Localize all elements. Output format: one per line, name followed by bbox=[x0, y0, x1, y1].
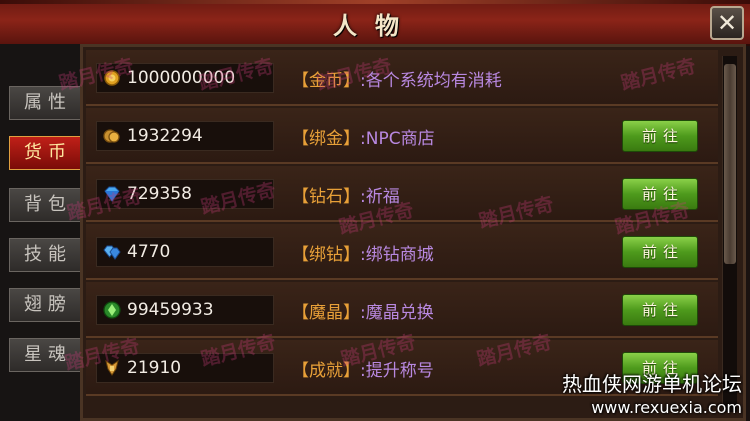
currency-list: 1000000000 【金币】 :各个系统均有消耗 1932294 【绑金】 :… bbox=[86, 50, 718, 421]
tab-star-soul[interactable]: 星魂 bbox=[9, 338, 81, 372]
bound-gold-icon bbox=[103, 127, 121, 145]
gold-coin-icon bbox=[103, 69, 121, 87]
currency-label: 【绑金】 bbox=[292, 129, 360, 149]
magic-crystal-icon bbox=[103, 301, 121, 319]
goto-button-bound-diamond[interactable]: 前往 bbox=[622, 236, 698, 268]
currency-value: 4770 bbox=[127, 242, 171, 262]
forum-watermark-url: www.rexuexia.com bbox=[591, 398, 742, 417]
title-bar: 人物 ✕ bbox=[0, 0, 750, 46]
value-box: 1932294 bbox=[96, 121, 274, 151]
bound-diamond-icon bbox=[103, 243, 121, 261]
currency-label: 【成就】 bbox=[292, 361, 360, 381]
currency-value: 99459933 bbox=[127, 300, 214, 320]
currency-desc: :绑钻商城 bbox=[360, 245, 434, 265]
tab-currency[interactable]: 货币 bbox=[9, 136, 81, 170]
close-button[interactable]: ✕ bbox=[710, 6, 744, 40]
currency-label: 【金币】 bbox=[292, 71, 360, 91]
forum-watermark-title: 热血侠网游单机论坛 bbox=[562, 372, 742, 396]
goto-button-magic-crystal[interactable]: 前往 bbox=[622, 294, 698, 326]
currency-desc: :魔晶兑换 bbox=[360, 303, 434, 323]
currency-value: 1932294 bbox=[127, 126, 203, 146]
goto-button-bound-gold[interactable]: 前往 bbox=[622, 120, 698, 152]
currency-row-gold: 1000000000 【金币】 :各个系统均有消耗 bbox=[86, 50, 718, 106]
currency-row-magic-crystal: 99459933 【魔晶】 :魔晶兑换 前往 bbox=[86, 282, 718, 338]
currency-desc: :各个系统均有消耗 bbox=[360, 71, 502, 91]
value-box: 729358 bbox=[96, 179, 274, 209]
tab-attributes[interactable]: 属性 bbox=[9, 86, 81, 120]
currency-value: 1000000000 bbox=[127, 68, 236, 88]
value-box: 4770 bbox=[96, 237, 274, 267]
achievement-icon bbox=[103, 359, 121, 377]
goto-button-diamond[interactable]: 前往 bbox=[622, 178, 698, 210]
value-box: 21910 bbox=[96, 353, 274, 383]
tab-skills[interactable]: 技能 bbox=[9, 238, 81, 272]
close-x-icon: ✕ bbox=[716, 9, 738, 37]
scrollbar-thumb[interactable] bbox=[724, 64, 736, 264]
scrollbar[interactable] bbox=[722, 56, 737, 412]
currency-desc: :NPC商店 bbox=[360, 129, 435, 149]
currency-label: 【魔晶】 bbox=[292, 303, 360, 323]
currency-label: 【绑钻】 bbox=[292, 245, 360, 265]
tab-column: 属性 货币 背包 技能 翅膀 星魂 bbox=[0, 44, 81, 421]
currency-desc: :祈福 bbox=[360, 187, 400, 207]
window-title: 人物 bbox=[333, 12, 417, 40]
currency-desc: :提升称号 bbox=[360, 361, 434, 381]
tab-wings[interactable]: 翅膀 bbox=[9, 288, 81, 322]
currency-row-bound-gold: 1932294 【绑金】 :NPC商店 前往 bbox=[86, 108, 718, 164]
currency-row-bound-diamond: 4770 【绑钻】 :绑钻商城 前往 bbox=[86, 224, 718, 280]
tab-bag[interactable]: 背包 bbox=[9, 188, 81, 222]
currency-value: 21910 bbox=[127, 358, 182, 378]
diamond-icon bbox=[103, 185, 121, 203]
currency-label: 【钻石】 bbox=[292, 187, 360, 207]
currency-value: 729358 bbox=[127, 184, 192, 204]
value-box: 99459933 bbox=[96, 295, 274, 325]
currency-row-diamond: 729358 【钻石】 :祈福 前往 bbox=[86, 166, 718, 222]
value-box: 1000000000 bbox=[96, 63, 274, 93]
